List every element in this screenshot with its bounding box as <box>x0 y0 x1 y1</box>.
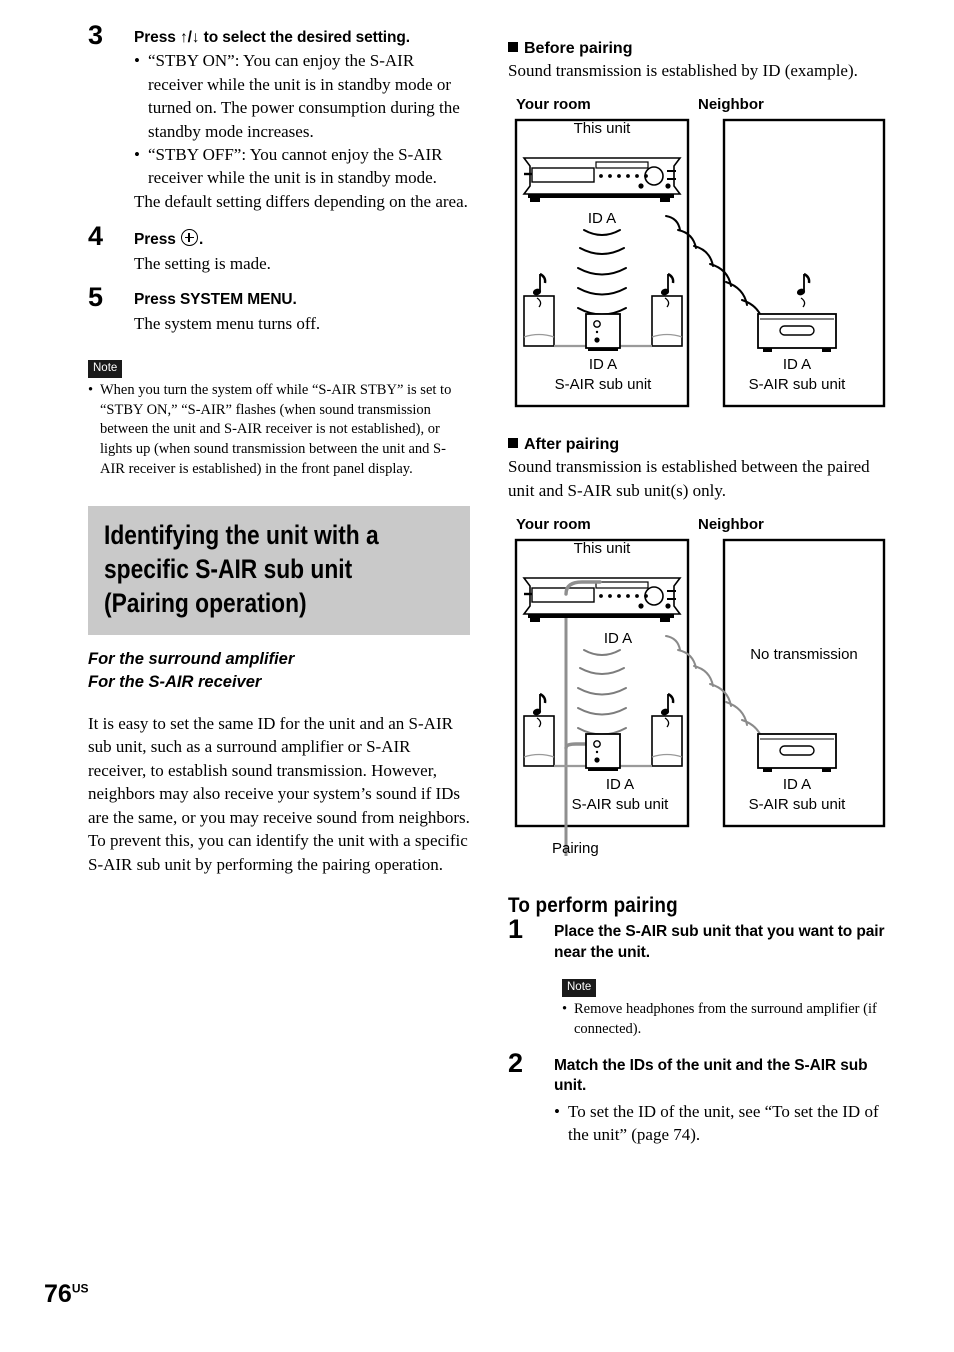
pairing-step-2-bullets: To set the ID of the unit, see “To set t… <box>554 1100 886 1147</box>
neighbor-sub-unit-label: S-AIR sub unit <box>748 376 846 394</box>
this-unit-label: This unit <box>573 120 631 138</box>
step-4-title-prefix: Press <box>134 231 176 249</box>
pairing-step-2-title: Match the IDs of the unit and the S-AIR … <box>554 1056 868 1094</box>
before-pairing-heading: Before pairing <box>508 40 886 58</box>
step-3-number: 3 <box>88 20 104 50</box>
sub-unit-id-label: ID A <box>588 356 618 374</box>
circle-plus-icon <box>180 229 198 247</box>
note-items: Remove headphones from the surround ampl… <box>562 1000 886 1039</box>
pairing-step-1: 1 Place the S-AIR sub unit that you want… <box>508 916 886 1040</box>
step-3-title: Press ↑/↓ to select the desired setting. <box>134 29 410 46</box>
step-5: 5 Press SYSTEM MENU. The system menu tur… <box>88 283 470 336</box>
step-4-body: The setting is made. <box>134 254 271 274</box>
page-number: 76US <box>44 1280 88 1309</box>
manual-page: 3 Press ↑/↓ to select the desired settin… <box>0 0 954 1352</box>
pairing-step-2: 2 Match the IDs of the unit and the S-AI… <box>508 1049 886 1147</box>
subheading-surround-amplifier: For the surround amplifier <box>88 649 295 668</box>
pairing-step-1-title: Place the S-AIR sub unit that you want t… <box>554 923 885 961</box>
step-3: 3 Press ↑/↓ to select the desired settin… <box>88 22 470 213</box>
sub-unit-id-label: ID A <box>605 776 635 794</box>
step-4-number: 4 <box>88 221 104 252</box>
no-transmission-label: No transmission <box>750 646 858 664</box>
before-pairing-illustration <box>514 119 886 408</box>
page-number-value: 76 <box>44 1280 72 1308</box>
section-heading-band: Identifying the unit with a specific S-A… <box>88 505 470 635</box>
step-3-bullets: “STBY ON”: You can enjoy the S-AIR recei… <box>134 49 470 190</box>
pairing-step-1-number: 1 <box>508 914 524 945</box>
before-pairing-heading-text: Before pairing <box>524 40 633 57</box>
pairing-callout-label: Pairing <box>552 840 599 858</box>
your-room-label: Your room <box>516 96 591 114</box>
subheading-sair-receiver: For the S-AIR receiver <box>88 672 262 691</box>
list-item: When you turn the system off while “S-AI… <box>88 381 470 480</box>
note-badge: Note <box>562 978 597 998</box>
step-4-title: Press . <box>134 229 470 250</box>
neighbor-sub-unit-label: S-AIR sub unit <box>748 796 846 814</box>
pairing-step-2-number: 2 <box>508 1047 524 1078</box>
unit-id-label: ID A <box>603 630 633 648</box>
square-bullet-icon <box>508 42 518 52</box>
square-bullet-icon <box>508 438 518 449</box>
step-5-body: The system menu turns off. <box>134 314 321 334</box>
neighbor-sub-unit-id-label: ID A <box>782 356 812 374</box>
before-pairing-diagram: Your room Neighbor This unit ID A ID A S… <box>508 96 886 410</box>
list-item: “STBY ON”: You can enjoy the S-AIR recei… <box>134 49 470 143</box>
to-perform-pairing-heading: To perform pairing <box>508 894 678 918</box>
list-item: To set the ID of the unit, see “To set t… <box>554 1100 886 1147</box>
after-pairing-illustration <box>514 539 886 857</box>
after-pairing-heading: After pairing <box>508 436 886 454</box>
page-title: Identifying the unit with a specific S-A… <box>104 519 379 619</box>
note-block: Note When you turn the system off while … <box>88 358 470 480</box>
neighbor-sub-unit-id-label: ID A <box>782 776 812 794</box>
before-pairing-intro: Sound transmission is established by ID … <box>508 61 858 80</box>
right-column: Before pairing Sound transmission is est… <box>508 40 886 1149</box>
neighbor-label: Neighbor <box>698 516 764 534</box>
step-4: 4 Press . The setting is made. <box>88 223 470 276</box>
this-unit-label: This unit <box>573 540 631 558</box>
after-pairing-intro: Sound transmission is established betwee… <box>508 457 870 500</box>
your-room-label: Your room <box>516 516 591 534</box>
after-pairing-diagram: Your room Neighbor This unit ID A No tra… <box>508 516 886 868</box>
after-pairing-heading-text: After pairing <box>524 436 620 454</box>
pairing-step-1-note: Note Remove headphones from the surround… <box>554 977 886 1040</box>
note-items: When you turn the system off while “S-AI… <box>88 381 470 480</box>
page-region-suffix: US <box>71 1281 89 1296</box>
unit-id-label: ID A <box>587 210 617 228</box>
note-badge: Note <box>88 359 123 378</box>
step-3-after-text: The default setting differs depending on… <box>134 191 468 211</box>
sub-unit-label: S-AIR sub unit <box>554 376 652 394</box>
sub-unit-label: S-AIR sub unit <box>571 796 669 814</box>
step-4-title-suffix: . <box>198 231 204 249</box>
step-5-number: 5 <box>88 281 104 312</box>
left-column: 3 Press ↑/↓ to select the desired settin… <box>88 22 470 877</box>
neighbor-label: Neighbor <box>698 96 764 114</box>
step-5-title: Press SYSTEM MENU. <box>134 290 297 308</box>
list-item: Remove headphones from the surround ampl… <box>562 1000 886 1039</box>
section-paragraph: It is easy to set the same ID for the un… <box>88 713 470 874</box>
list-item: “STBY OFF”: You cannot enjoy the S-AIR r… <box>134 143 470 190</box>
